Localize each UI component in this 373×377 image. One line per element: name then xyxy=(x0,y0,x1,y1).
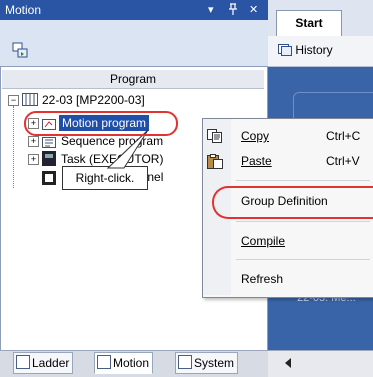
scroll-left-icon[interactable] xyxy=(284,357,292,371)
tab-label: Motion xyxy=(113,356,150,370)
copy-icon xyxy=(207,129,223,143)
tab-label: System xyxy=(194,356,235,370)
menu-item-compile[interactable] xyxy=(203,230,371,250)
tab-ladder[interactable]: Ladder xyxy=(13,352,74,374)
menu-label-paste: Paste xyxy=(241,154,272,168)
history-icon xyxy=(278,44,292,59)
close-icon[interactable]: ✕ xyxy=(249,3,258,16)
history-label: History xyxy=(295,43,333,57)
menu-separator xyxy=(236,259,370,260)
shortcut-copy: Ctrl+C xyxy=(326,129,361,143)
tab-start[interactable]: Start xyxy=(276,10,342,37)
tree-root-label: 22-03 [MP2200-03] xyxy=(42,93,145,107)
menu-label-copy: Copy xyxy=(241,129,270,143)
horizontal-scrollbar[interactable] xyxy=(268,350,373,377)
pin-icon[interactable] xyxy=(228,3,238,18)
tab-label: Ladder xyxy=(32,356,70,370)
dropdown-icon[interactable]: ▾ xyxy=(208,3,214,16)
paste-icon xyxy=(207,154,223,169)
menu-label-compile: Compile xyxy=(241,234,286,248)
panel-toolbar xyxy=(0,20,268,67)
motion-icon xyxy=(97,355,111,369)
project-tree-icon[interactable] xyxy=(12,42,28,61)
panel-icon xyxy=(42,171,56,190)
menu-item-refresh[interactable] xyxy=(203,268,371,288)
tree-connector xyxy=(13,106,15,188)
history-button[interactable]: History xyxy=(278,43,333,59)
panel-title: Motion xyxy=(5,3,42,17)
system-icon xyxy=(178,355,192,369)
tab-motion[interactable]: Motion xyxy=(94,352,154,374)
highlight-motion-program xyxy=(24,111,178,136)
tab-system[interactable]: System xyxy=(175,352,239,374)
task-icon xyxy=(42,151,56,171)
menu-separator xyxy=(236,221,370,222)
controller-icon xyxy=(22,93,38,111)
tree-column-header: Program xyxy=(2,70,264,89)
panel-title-bar[interactable]: Motion ▾ ✕ xyxy=(0,0,268,20)
expand-icon[interactable]: + xyxy=(28,136,39,147)
menu-separator xyxy=(236,180,370,181)
expand-icon[interactable]: + xyxy=(28,154,39,165)
ladder-icon xyxy=(16,355,30,369)
menu-label-refresh: Refresh xyxy=(241,272,284,286)
collapse-icon[interactable]: − xyxy=(8,95,19,106)
highlight-group-definition xyxy=(212,186,373,219)
shortcut-paste: Ctrl+V xyxy=(326,154,360,168)
